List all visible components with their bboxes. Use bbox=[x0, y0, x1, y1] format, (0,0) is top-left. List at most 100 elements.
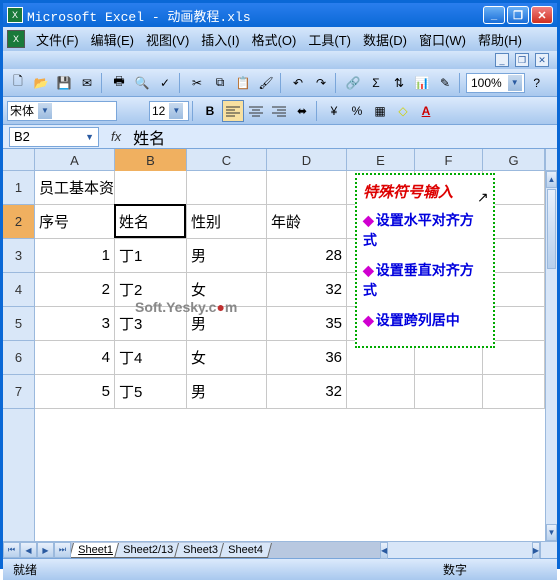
help-button[interactable]: ? bbox=[526, 72, 548, 94]
cell-B3[interactable]: 丁1 bbox=[115, 239, 187, 272]
cell-C7[interactable]: 男 bbox=[187, 375, 267, 408]
cell-A3[interactable]: 1 bbox=[35, 239, 115, 272]
cell-D7[interactable]: 32 bbox=[267, 375, 347, 408]
font-combo[interactable]: 宋体▼ bbox=[7, 101, 117, 121]
row-header-5[interactable]: 5 bbox=[3, 307, 34, 341]
cell-C3[interactable]: 男 bbox=[187, 239, 267, 272]
cell-A6[interactable]: 4 bbox=[35, 341, 115, 374]
cell-D3[interactable]: 28 bbox=[267, 239, 347, 272]
cell-A1[interactable]: 员工基本资料 bbox=[35, 171, 115, 204]
cell-A5[interactable]: 3 bbox=[35, 307, 115, 340]
percent-button[interactable]: % bbox=[346, 100, 368, 122]
cell-D1[interactable] bbox=[267, 171, 347, 204]
cell-A7[interactable]: 5 bbox=[35, 375, 115, 408]
horizontal-scrollbar[interactable]: ◀ ▶ bbox=[380, 542, 540, 558]
col-header-B[interactable]: B bbox=[115, 149, 187, 171]
menu-view[interactable]: 视图(V) bbox=[141, 28, 194, 51]
link-button[interactable]: 🔗 bbox=[342, 72, 364, 94]
preview-button[interactable]: 🔍 bbox=[131, 72, 153, 94]
menu-data[interactable]: 数据(D) bbox=[358, 28, 412, 51]
cell-A2[interactable]: 序号 bbox=[35, 205, 115, 238]
align-right-button[interactable] bbox=[268, 100, 290, 122]
menu-help[interactable]: 帮助(H) bbox=[473, 28, 527, 51]
menu-insert[interactable]: 插入(I) bbox=[196, 28, 244, 51]
cell-B4[interactable]: 丁2 bbox=[115, 273, 187, 306]
cell-D6[interactable]: 36 bbox=[267, 341, 347, 374]
align-left-button[interactable] bbox=[222, 100, 244, 122]
cell-C6[interactable]: 女 bbox=[187, 341, 267, 374]
cell-B7[interactable]: 丁5 bbox=[115, 375, 187, 408]
maximize-button[interactable]: ❐ bbox=[507, 6, 529, 24]
save-button[interactable]: 💾 bbox=[53, 72, 75, 94]
copy-button[interactable]: ⧉ bbox=[209, 72, 231, 94]
new-button[interactable]: 🗋 bbox=[7, 72, 29, 94]
cell-D2[interactable]: 年龄 bbox=[267, 205, 347, 238]
format-painter-button[interactable]: 🖌 bbox=[255, 72, 277, 94]
cell-A4[interactable]: 2 bbox=[35, 273, 115, 306]
font-color-button[interactable]: A bbox=[415, 100, 437, 122]
cell-B6[interactable]: 丁4 bbox=[115, 341, 187, 374]
doc-close[interactable]: ✕ bbox=[535, 53, 549, 67]
sum-button[interactable]: Σ bbox=[365, 72, 387, 94]
col-header-C[interactable]: C bbox=[187, 149, 267, 171]
scroll-left-button[interactable]: ◀ bbox=[380, 542, 388, 559]
scroll-thumb[interactable] bbox=[547, 189, 556, 269]
cell-C5[interactable]: 男 bbox=[187, 307, 267, 340]
merge-button[interactable]: ⬌ bbox=[291, 100, 313, 122]
scroll-right-button[interactable]: ▶ bbox=[532, 542, 540, 559]
sheet-tab-3[interactable]: Sheet4 bbox=[219, 543, 272, 558]
cell-C4[interactable]: 女 bbox=[187, 273, 267, 306]
cell-F7[interactable] bbox=[415, 375, 483, 408]
cell-B5[interactable]: 丁3 bbox=[115, 307, 187, 340]
row-header-3[interactable]: 3 bbox=[3, 239, 34, 273]
col-header-A[interactable]: A bbox=[35, 149, 115, 171]
cut-button[interactable]: ✂ bbox=[186, 72, 208, 94]
doc-icon[interactable]: X bbox=[7, 30, 25, 48]
chevron-down-icon[interactable]: ▼ bbox=[38, 103, 52, 119]
undo-button[interactable]: ↶ bbox=[287, 72, 309, 94]
row-header-4[interactable]: 4 bbox=[3, 273, 34, 307]
chevron-down-icon[interactable]: ▼ bbox=[169, 103, 183, 119]
row-header-1[interactable]: 1 bbox=[3, 171, 34, 205]
align-center-button[interactable] bbox=[245, 100, 267, 122]
fx-icon[interactable]: fx bbox=[111, 129, 121, 144]
cell-D5[interactable]: 35 bbox=[267, 307, 347, 340]
scroll-down-button[interactable]: ▼ bbox=[546, 524, 557, 541]
row-header-6[interactable]: 6 bbox=[3, 341, 34, 375]
chart-button[interactable]: 📊 bbox=[411, 72, 433, 94]
menu-edit[interactable]: 编辑(E) bbox=[86, 28, 139, 51]
border-button[interactable]: ▦ bbox=[369, 100, 391, 122]
select-all-corner[interactable] bbox=[3, 149, 35, 171]
paste-button[interactable]: 📋 bbox=[232, 72, 254, 94]
spell-button[interactable]: ✓ bbox=[154, 72, 176, 94]
tab-last-button[interactable]: ⏭ bbox=[54, 542, 71, 558]
vertical-scrollbar[interactable]: ▲ ▼ bbox=[545, 149, 557, 541]
cell-B1[interactable] bbox=[115, 171, 187, 204]
open-button[interactable]: 📂 bbox=[30, 72, 52, 94]
sort-button[interactable]: ⇅ bbox=[388, 72, 410, 94]
menu-window[interactable]: 窗口(W) bbox=[414, 28, 471, 51]
draw-button[interactable]: ✎ bbox=[434, 72, 456, 94]
cell-G7[interactable] bbox=[483, 375, 545, 408]
formula-input[interactable]: 姓名 bbox=[133, 125, 165, 149]
tab-next-button[interactable]: ▶ bbox=[37, 542, 54, 558]
col-header-G[interactable]: G bbox=[483, 149, 545, 171]
cell-E7[interactable] bbox=[347, 375, 415, 408]
row-header-2[interactable]: 2 bbox=[3, 205, 34, 239]
tab-prev-button[interactable]: ◀ bbox=[20, 542, 37, 558]
close-button[interactable]: ✕ bbox=[531, 6, 553, 24]
chevron-down-icon[interactable]: ▼ bbox=[508, 75, 522, 91]
name-box[interactable]: B2▼ bbox=[9, 127, 99, 147]
cell-C1[interactable] bbox=[187, 171, 267, 204]
fontsize-combo[interactable]: 12▼ bbox=[149, 101, 189, 121]
row-header-7[interactable]: 7 bbox=[3, 375, 34, 409]
cell-C2[interactable]: 性别 bbox=[187, 205, 267, 238]
doc-minimize[interactable]: _ bbox=[495, 53, 509, 67]
col-header-F[interactable]: F bbox=[415, 149, 483, 171]
currency-button[interactable]: ¥ bbox=[323, 100, 345, 122]
cell-grid[interactable]: Soft.Yesky.c●m 员工基本资料序号姓名性别年龄1丁1男282丁2女3… bbox=[35, 171, 545, 541]
print-button[interactable]: 🖶 bbox=[108, 72, 130, 94]
bold-button[interactable]: B bbox=[199, 100, 221, 122]
menu-format[interactable]: 格式(O) bbox=[247, 28, 302, 51]
col-header-E[interactable]: E bbox=[347, 149, 415, 171]
